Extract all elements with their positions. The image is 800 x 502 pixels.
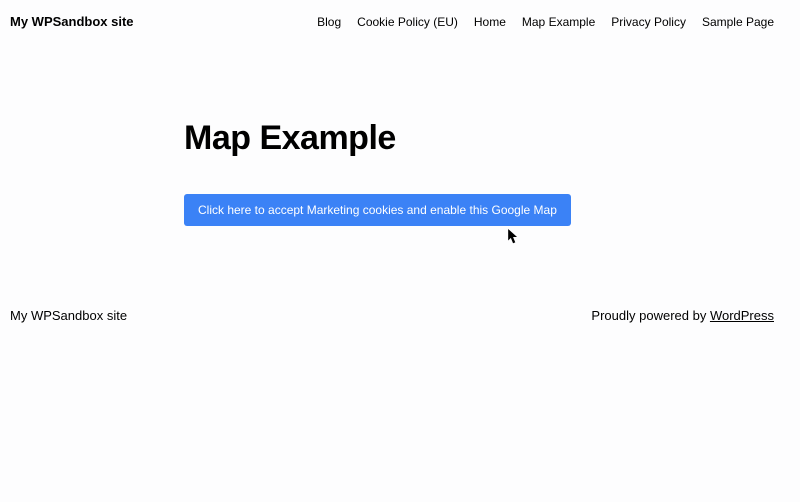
- nav-item-blog[interactable]: Blog: [317, 15, 341, 29]
- nav-item-cookie-policy[interactable]: Cookie Policy (EU): [357, 15, 458, 29]
- nav-item-home[interactable]: Home: [474, 15, 506, 29]
- main-content: Map Example Click here to accept Marketi…: [0, 39, 800, 226]
- page-title: Map Example: [184, 119, 800, 158]
- site-footer: My WPSandbox site Proudly powered by Wor…: [0, 308, 800, 323]
- site-title[interactable]: My WPSandbox site: [10, 14, 134, 29]
- accept-marketing-cookies-button[interactable]: Click here to accept Marketing cookies a…: [184, 194, 571, 226]
- nav-item-map-example[interactable]: Map Example: [522, 15, 595, 29]
- nav-item-privacy-policy[interactable]: Privacy Policy: [611, 15, 686, 29]
- footer-wordpress-link[interactable]: WordPress: [710, 308, 774, 323]
- nav-item-sample-page[interactable]: Sample Page: [702, 15, 774, 29]
- site-header: My WPSandbox site Blog Cookie Policy (EU…: [0, 0, 800, 39]
- mouse-cursor-icon: [508, 229, 519, 245]
- footer-credit: Proudly powered by WordPress: [591, 308, 774, 323]
- footer-credit-prefix: Proudly powered by: [591, 308, 710, 323]
- primary-nav: Blog Cookie Policy (EU) Home Map Example…: [317, 15, 774, 29]
- footer-site-title[interactable]: My WPSandbox site: [10, 308, 127, 323]
